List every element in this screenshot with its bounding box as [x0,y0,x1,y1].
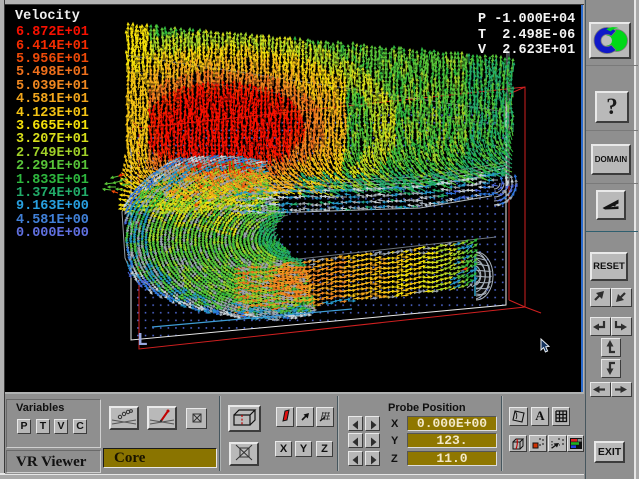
svg-text:L: L [137,331,148,351]
